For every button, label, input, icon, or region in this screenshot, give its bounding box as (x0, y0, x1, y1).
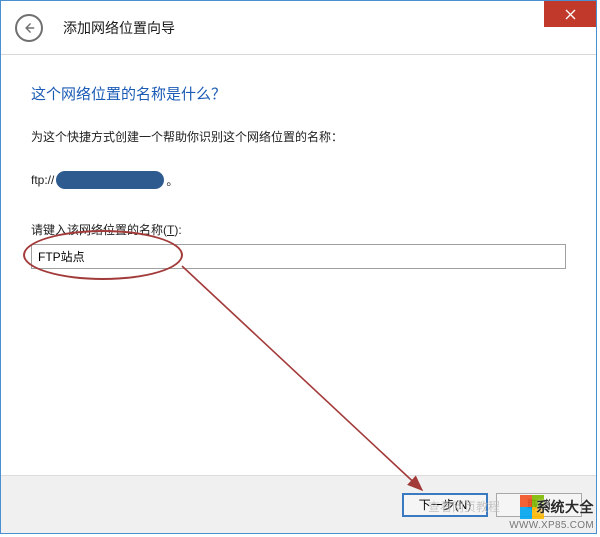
logo-square-tl (520, 495, 532, 507)
ftp-address-line: ftp:// 。 (31, 171, 566, 189)
wizard-content: 这个网络位置的名称是什么？ 为这个快捷方式创建一个帮助你识别这个网络位置的名称：… (1, 55, 596, 475)
close-button[interactable] (544, 1, 596, 27)
wizard-titlebar: 添加网络位置向导 (1, 1, 596, 55)
watermark-url: WWW.XP85.COM (509, 520, 594, 531)
close-icon (565, 9, 576, 20)
ftp-prefix: ftp:// (31, 173, 54, 187)
page-description: 为这个快捷方式创建一个帮助你识别这个网络位置的名称： (31, 128, 566, 145)
ftp-suffix: 。 (166, 172, 178, 189)
watermark-faint-text: 查看网页教程 (428, 498, 500, 515)
page-heading: 这个网络位置的名称是什么？ (31, 83, 566, 104)
name-input-label: 请键入该网络位置的名称(T): (31, 221, 566, 238)
location-name-input[interactable] (31, 244, 566, 269)
wizard-title: 添加网络位置向导 (63, 18, 175, 38)
redacted-address (56, 171, 164, 189)
watermark-brand: 系统大全 (536, 497, 594, 517)
wizard-footer: 下一步(N) 取消 (1, 475, 596, 533)
back-arrow-icon (22, 21, 36, 35)
back-button[interactable] (15, 14, 43, 42)
logo-square-bl (520, 507, 532, 519)
